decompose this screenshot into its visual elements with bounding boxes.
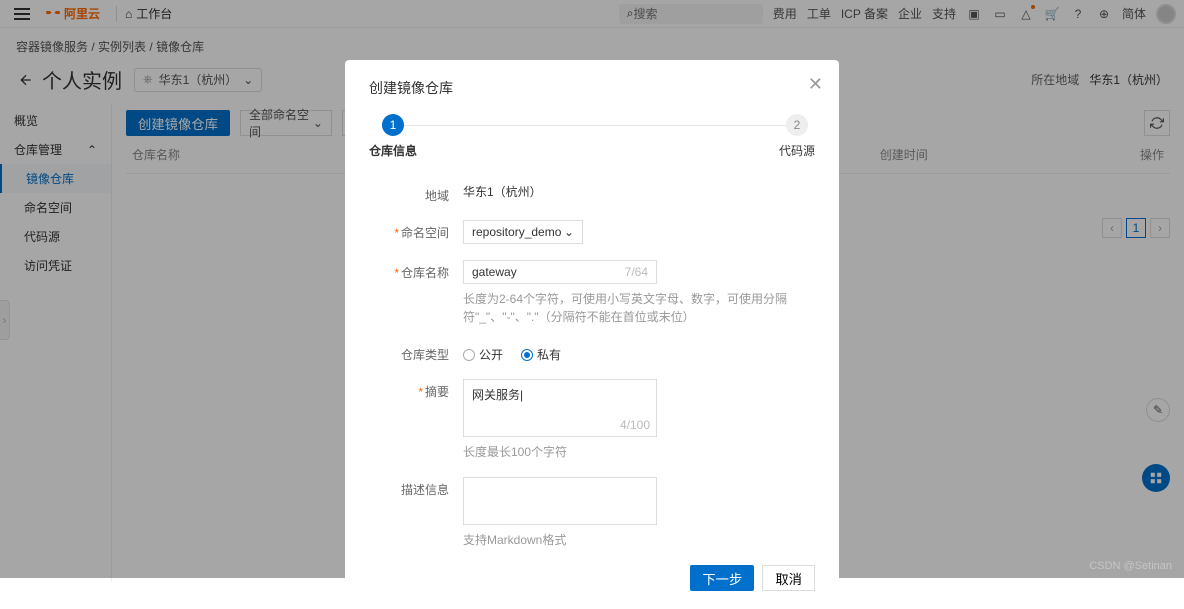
namespace-select[interactable]: repository_demo⌄ — [463, 220, 583, 244]
step-2: 2代码源 — [779, 114, 815, 159]
summary-textarea[interactable]: 网关服务|4/100 — [463, 379, 657, 437]
label-desc: 描述信息 — [369, 477, 463, 549]
label-summary: 摘要 — [425, 385, 449, 399]
radio-private[interactable]: 私有 — [521, 346, 561, 363]
create-repo-modal: 创建镜像仓库 ✕ 1仓库信息 2代码源 地域华东1（杭州） *命名空间repos… — [345, 60, 839, 609]
next-button[interactable]: 下一步 — [690, 565, 754, 591]
step-1: 1仓库信息 — [369, 114, 417, 159]
desc-textarea[interactable] — [463, 477, 657, 525]
watermark: CSDN @Setinan — [1089, 560, 1172, 572]
summary-count: 4/100 — [620, 418, 650, 432]
label-region: 地域 — [369, 183, 463, 204]
name-hint: 长度为2-64个字符，可使用小写英文字母、数字，可使用分隔符"_"、"-"、".… — [463, 290, 815, 326]
stepper: 1仓库信息 2代码源 — [369, 114, 815, 159]
cancel-button[interactable]: 取消 — [762, 565, 815, 591]
close-button[interactable]: ✕ — [808, 74, 823, 95]
label-namespace: 命名空间 — [401, 226, 449, 240]
label-name: 仓库名称 — [401, 266, 449, 280]
summary-hint: 长度最长100个字符 — [463, 443, 815, 461]
chevron-down-icon: ⌄ — [564, 225, 574, 239]
desc-hint: 支持Markdown格式 — [463, 531, 815, 549]
modal-mask: 创建镜像仓库 ✕ 1仓库信息 2代码源 地域华东1（杭州） *命名空间repos… — [0, 0, 1184, 578]
modal-title: 创建镜像仓库 — [369, 78, 815, 98]
label-type: 仓库类型 — [369, 342, 463, 363]
value-region: 华东1（杭州） — [463, 183, 815, 204]
radio-public[interactable]: 公开 — [463, 346, 503, 363]
name-count: 7/64 — [625, 265, 648, 279]
repo-name-input[interactable]: gateway7/64 — [463, 260, 657, 284]
